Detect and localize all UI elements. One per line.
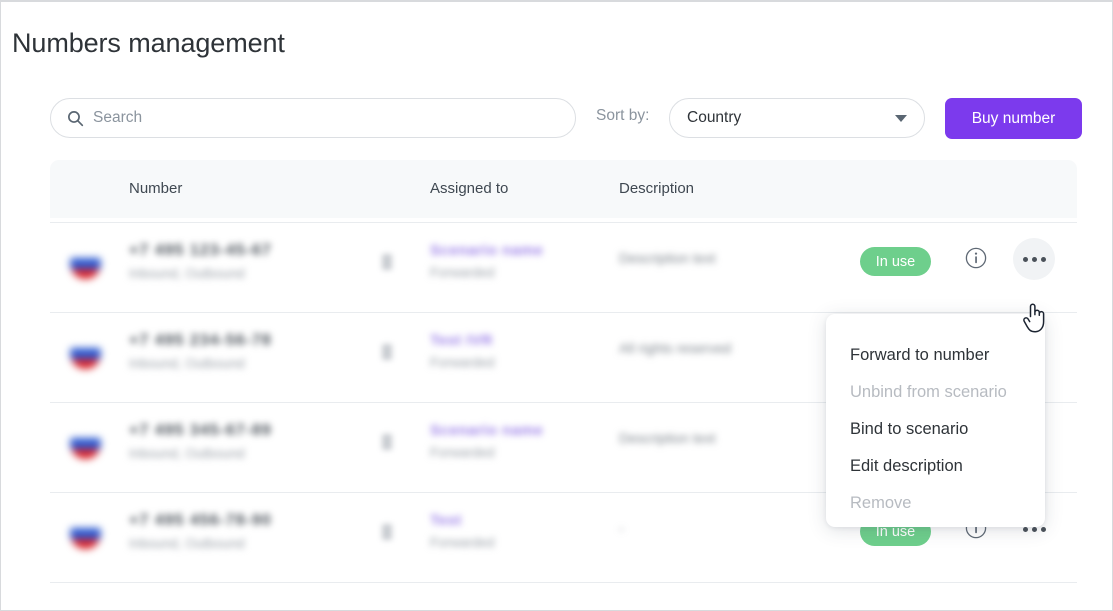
cell-number: +7 495 345-67-89 Inbound, Outbound: [129, 422, 272, 461]
link-icon: [382, 254, 392, 270]
menu-item-forward-to-number[interactable]: Forward to number: [826, 337, 1045, 374]
status-badge[interactable]: In use: [860, 247, 931, 276]
number-value: +7 495 345-67-89: [129, 422, 272, 439]
cell-assigned-to: Scenario name Forwarded: [382, 242, 543, 280]
sort-select[interactable]: Country: [669, 98, 925, 138]
number-value: +7 495 234-56-78: [129, 332, 272, 349]
ellipsis-icon: [1022, 256, 1028, 262]
flag-icon: [70, 248, 101, 279]
menu-item-unbind-from-scenario: Unbind from scenario: [850, 383, 1007, 401]
cell-description: -: [619, 520, 624, 536]
search-icon: [68, 110, 84, 126]
ellipsis-icon: [1040, 256, 1046, 262]
number-capabilities: Inbound, Outbound: [129, 536, 245, 551]
column-header-description[interactable]: Description: [619, 180, 694, 197]
page-frame: Numbers management Search Sort by: Count…: [0, 0, 1113, 611]
sort-by-label: Sort by:: [596, 107, 650, 124]
column-header-number[interactable]: Number: [129, 180, 182, 197]
chevron-down-icon: [895, 114, 907, 122]
number-value: +7 495 123-45-67: [129, 242, 272, 259]
flag-icon: [70, 518, 101, 549]
buy-number-button[interactable]: Buy number: [945, 98, 1082, 139]
cell-assigned-to: Test IVR Forwarded: [382, 332, 495, 370]
assigned-mode: Forwarded: [430, 355, 495, 370]
link-icon: [382, 434, 392, 450]
toolbar: Search Sort by: Country Buy number: [1, 98, 1112, 140]
number-capabilities: Inbound, Outbound: [129, 446, 245, 461]
number-value: +7 495 456-78-90: [129, 512, 272, 529]
row-divider: [50, 222, 1077, 223]
cell-assigned-to: Scenario name Forwarded: [382, 422, 543, 460]
link-icon: [382, 524, 392, 540]
flag-icon: [70, 338, 101, 369]
cell-number: +7 495 456-78-90 Inbound, Outbound: [129, 512, 272, 551]
cell-number: +7 495 234-56-78 Inbound, Outbound: [129, 332, 272, 371]
page-title: Numbers management: [12, 28, 285, 58]
assigned-mode: Forwarded: [430, 265, 495, 280]
ellipsis-icon: [1040, 526, 1046, 532]
assigned-link[interactable]: Test: [430, 512, 495, 529]
row-menu-button[interactable]: [1013, 238, 1055, 280]
sort-selected-value: Country: [687, 109, 742, 126]
assigned-link[interactable]: Scenario name: [430, 422, 543, 439]
table-row[interactable]: +7 495 123-45-67 Inbound, Outbound Scena…: [50, 222, 1077, 312]
assigned-link[interactable]: Test IVR: [430, 332, 495, 349]
info-circle-icon[interactable]: [965, 247, 987, 269]
menu-item-edit-description[interactable]: Edit description: [826, 448, 1045, 485]
number-capabilities: Inbound, Outbound: [129, 356, 245, 371]
cell-number: +7 495 123-45-67 Inbound, Outbound: [129, 242, 272, 281]
search-input[interactable]: Search: [50, 98, 576, 138]
table-header-row: Number Assigned to Description: [50, 160, 1077, 218]
search-placeholder: Search: [93, 109, 143, 126]
ellipsis-icon: [1031, 256, 1037, 262]
cell-assigned-to: Test Forwarded: [382, 512, 495, 550]
row-divider: [50, 582, 1077, 583]
ellipsis-icon: [1022, 526, 1028, 532]
cell-description: All rights reserved: [619, 340, 732, 356]
assigned-mode: Forwarded: [430, 535, 495, 550]
assigned-link[interactable]: Scenario name: [430, 242, 543, 259]
cell-description: Description text: [619, 250, 716, 266]
column-header-assigned-to[interactable]: Assigned to: [430, 180, 508, 197]
assigned-mode: Forwarded: [430, 445, 495, 460]
link-icon: [382, 344, 392, 360]
menu-item-remove: Remove: [850, 494, 912, 512]
cell-description: Description text: [619, 430, 716, 446]
row-context-menu[interactable]: Forward to number Unbind from scenario B…: [826, 314, 1045, 527]
table-row: [50, 582, 1077, 600]
row-divider: [50, 312, 1077, 313]
number-capabilities: Inbound, Outbound: [129, 266, 245, 281]
menu-item-bind-to-scenario[interactable]: Bind to scenario: [826, 411, 1045, 448]
flag-icon: [70, 428, 101, 459]
ellipsis-icon: [1031, 526, 1037, 532]
